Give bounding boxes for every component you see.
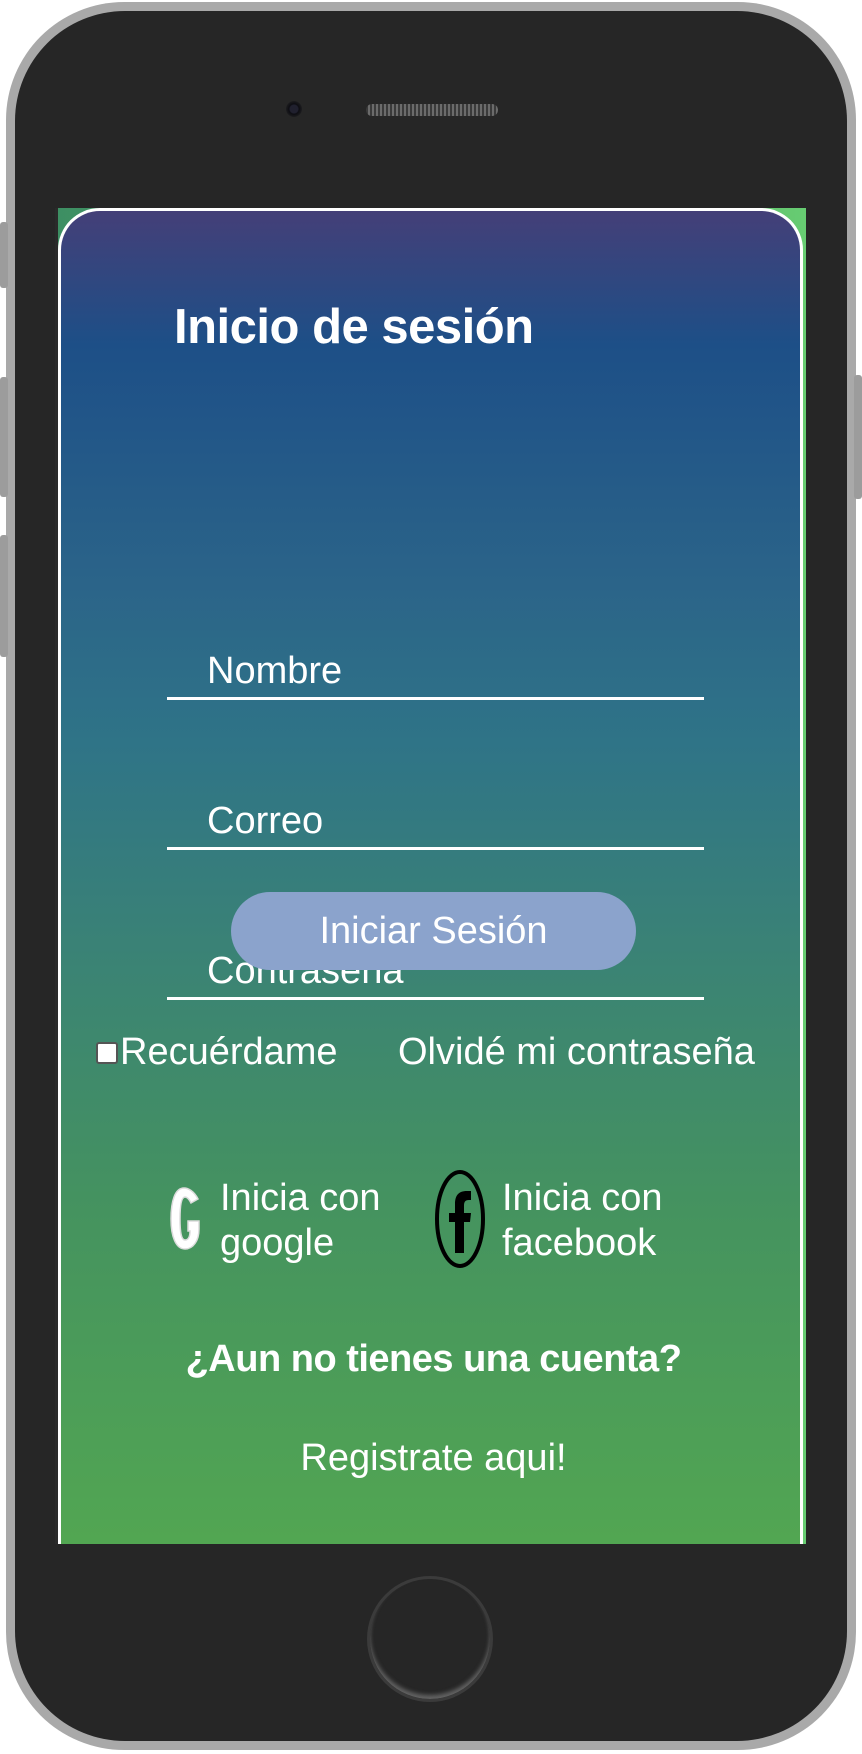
remember-label: Recuérdame	[120, 1031, 338, 1073]
facebook-label-line1: Inicia con	[502, 1177, 663, 1219]
home-button[interactable]	[367, 1576, 493, 1702]
google-icon	[168, 1185, 204, 1258]
register-link[interactable]: Registrate aqui!	[61, 1437, 806, 1480]
remember-me[interactable]: Recuérdame	[96, 1031, 338, 1074]
google-login-button[interactable]: Inicia con google	[168, 1171, 381, 1271]
remember-checkbox[interactable]	[96, 1041, 118, 1064]
power-button	[854, 375, 862, 499]
facebook-login-button[interactable]: Inicia con facebook	[434, 1169, 663, 1274]
volume-down-button	[0, 535, 8, 657]
google-label-line2: google	[220, 1222, 335, 1264]
page-title: Inicio de sesión	[174, 300, 534, 354]
phone-screen: Inicio de sesión Iniciar Sesión Recuérda…	[55, 208, 806, 1544]
no-account-text: ¿Aun no tienes una cuenta?	[185, 1338, 682, 1380]
mute-switch	[0, 222, 8, 288]
email-input[interactable]	[207, 800, 687, 843]
forgot-password-link[interactable]: Olvidé mi contraseña	[398, 1031, 755, 1074]
login-button[interactable]: Iniciar Sesión	[231, 892, 636, 970]
email-field	[167, 785, 704, 850]
login-card: Inicio de sesión Iniciar Sesión Recuérda…	[58, 208, 803, 1544]
name-input[interactable]	[207, 650, 687, 693]
facebook-label-line2: facebook	[502, 1222, 657, 1264]
name-field	[167, 635, 704, 700]
facebook-login-label: Inicia con facebook	[502, 1176, 663, 1266]
google-label-line1: Inicia con	[220, 1177, 381, 1219]
earpiece-speaker	[366, 104, 498, 116]
google-login-label: Inicia con google	[220, 1176, 381, 1266]
volume-up-button	[0, 377, 8, 497]
front-camera	[286, 101, 302, 117]
facebook-icon	[434, 1169, 486, 1274]
